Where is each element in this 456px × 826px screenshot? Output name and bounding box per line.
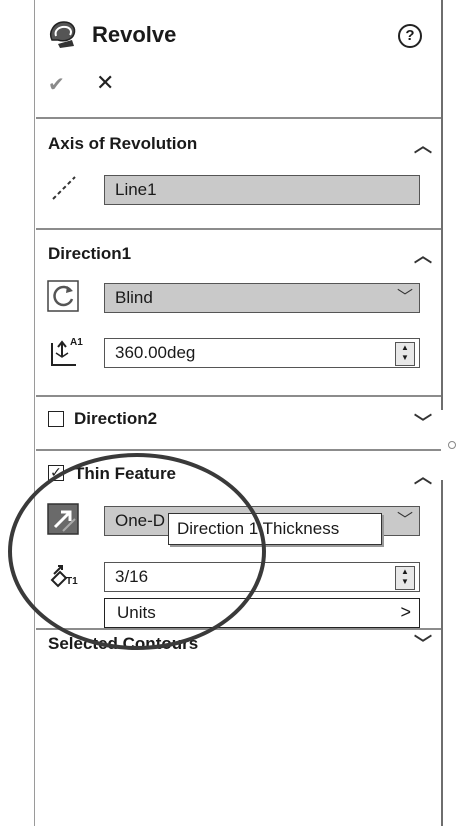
chevron-down-icon[interactable]: ﹀ — [397, 284, 413, 311]
direction2-section-title[interactable]: Direction2 — [74, 409, 157, 429]
flip-direction-icon[interactable] — [47, 503, 79, 535]
help-icon[interactable]: ? — [398, 24, 422, 48]
direction1-section-title[interactable]: Direction1 — [48, 244, 131, 264]
revolve-logo-icon — [50, 21, 76, 48]
direction2-checkbox[interactable] — [48, 411, 64, 427]
units-label: Units — [117, 603, 156, 622]
thin-feature-section-title[interactable]: Thin Feature — [74, 464, 176, 484]
reverse-direction-icon[interactable] — [47, 280, 79, 312]
feature-title: Revolve — [92, 22, 177, 47]
panel-splitter[interactable] — [441, 0, 443, 410]
splitter-handle[interactable] — [448, 441, 456, 449]
section-divider — [36, 117, 441, 119]
angle-spinner[interactable]: ▲ ▼ — [395, 342, 415, 366]
angle-icon-label: A1 — [70, 337, 83, 348]
units-context-menu-item[interactable]: Units > — [104, 598, 420, 628]
chevron-down-icon[interactable]: ﹀ — [397, 507, 413, 534]
axis-line-icon — [52, 176, 76, 200]
axis-selection-field[interactable]: Line1 — [104, 175, 420, 205]
thickness-value: 3/16 — [115, 567, 149, 586]
ok-check-icon[interactable]: ✔ — [48, 72, 65, 97]
chevron-down-icon[interactable]: ﹀ — [414, 630, 432, 656]
thin-feature-checkbox[interactable]: ✓ — [48, 465, 64, 481]
thickness-icon-label: T1 — [66, 576, 78, 587]
thickness-tooltip: Direction 1 Thickness — [168, 513, 382, 545]
chevron-down-icon[interactable]: ﹀ — [414, 409, 432, 435]
panel-splitter-lower[interactable] — [441, 480, 443, 826]
angle-value: 360.00deg — [115, 343, 196, 362]
thickness-spinner[interactable]: ▲ ▼ — [395, 566, 415, 590]
section-divider — [36, 449, 441, 451]
thickness-input[interactable]: 3/16 ▲ ▼ — [104, 562, 420, 592]
chevron-up-icon[interactable]: ︿ — [414, 242, 432, 268]
feature-title-row: Revolve — [46, 18, 426, 52]
chevron-up-icon[interactable]: ︿ — [414, 132, 432, 158]
axis-section-title[interactable]: Axis of Revolution — [48, 134, 197, 154]
end-condition-value: Blind — [115, 288, 153, 307]
chevron-up-icon[interactable]: ︿ — [414, 463, 432, 489]
submenu-arrow-icon: > — [400, 602, 411, 622]
selected-contours-title[interactable]: Selected Contours — [48, 634, 198, 654]
thin-type-value: One-D — [115, 511, 166, 530]
section-divider — [36, 395, 441, 397]
cancel-x-icon[interactable]: ✕ — [96, 70, 114, 96]
end-condition-select[interactable]: Blind ﹀ — [104, 283, 420, 313]
section-divider — [36, 628, 441, 630]
section-divider — [36, 228, 441, 230]
angle-input[interactable]: 360.00deg ▲ ▼ — [104, 338, 420, 368]
